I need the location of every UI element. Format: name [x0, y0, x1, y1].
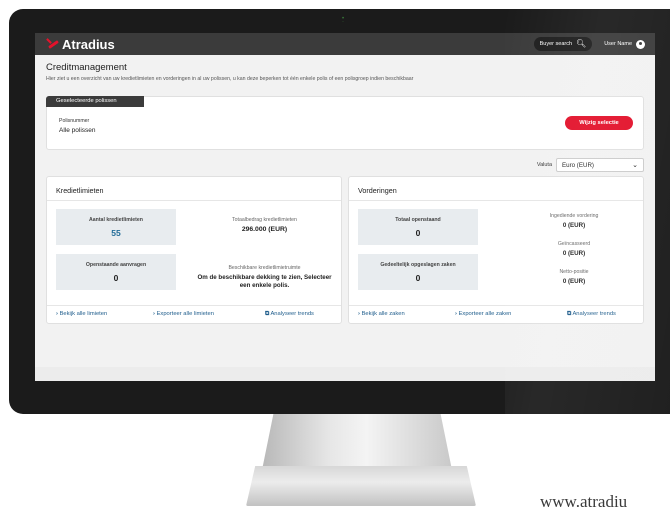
stat-label: Ingediende vordering: [549, 213, 599, 219]
export-all-limits-link[interactable]: › Exporteer alle limieten: [153, 311, 214, 317]
analyse-trends-link[interactable]: ⧉ Analyseer trends: [567, 311, 616, 318]
stat-label: Netto-positie: [559, 269, 589, 275]
tile-label: Openstaande aanvragen: [85, 262, 147, 268]
currency-select[interactable]: Euro (EUR) ⌄: [556, 158, 644, 172]
link-label: Analyseer trends: [270, 311, 314, 317]
buyer-search-button[interactable]: Buyer search 🔍︎: [533, 37, 593, 51]
search-icon: 🔍︎: [576, 39, 587, 48]
brand-name: Atradius: [62, 36, 115, 52]
chevron-right-icon: ›: [455, 311, 457, 317]
user-icon: [636, 39, 645, 49]
policy-number-value: Alle polissen: [59, 127, 96, 134]
summary-cards: Kredietlimieten Aantal kredietlimieten 5…: [46, 176, 644, 324]
monitor-stand-base: [246, 466, 476, 506]
currency-selected: Euro (EUR): [562, 161, 594, 169]
selected-policies-panel: Geselecteerde polissen Polisnummer Alle …: [46, 96, 644, 150]
user-name: User Name: [604, 41, 632, 47]
brand-logo[interactable]: Atradius: [45, 37, 115, 52]
claims-links: › Bekijk alle zaken › Exporteer alle zak…: [349, 305, 643, 323]
chevron-right-icon: ›: [56, 311, 58, 317]
stat-label: Geïncasseerd: [557, 241, 591, 247]
policy-number-label: Polisnummer: [59, 118, 90, 124]
buyer-search-label: Buyer search: [539, 41, 573, 47]
selected-policies-tab: Geselecteerde polissen: [46, 96, 144, 107]
tile-value: 0: [113, 273, 119, 283]
link-label: Exporteer alle zaken: [458, 311, 512, 317]
stat-value: 0 (EUR): [562, 278, 586, 285]
stat-label: Beschikbare kredietlimietruimte: [228, 265, 301, 271]
external-link-icon: ⧉: [567, 311, 572, 317]
credit-limits-count-tile: Aantal kredietlimieten 55: [56, 209, 176, 245]
net-position-stat: Netto-positie 0 (EUR): [519, 269, 629, 286]
chevron-down-icon: ⌄: [632, 161, 638, 169]
stat-value: 296.000 (EUR): [241, 226, 288, 233]
available-limit-stat: Beschikbare kredietlimietruimte Om de be…: [192, 265, 337, 289]
link-label: Exporteer alle limieten: [156, 311, 214, 317]
change-selection-button[interactable]: Wijzig selectie: [565, 116, 633, 130]
submitted-claim-stat: Ingediende vordering 0 (EUR): [519, 213, 629, 230]
atradius-logo-icon: [45, 37, 59, 51]
view-all-claims-link[interactable]: › Bekijk alle zaken: [358, 311, 405, 317]
main-content: Creditmanagement Hier ziet u een overzic…: [35, 55, 655, 324]
link-label: Analyseer trends: [572, 311, 616, 317]
partially-saved-tile: Gedeeltelijk opgeslagen zaken 0: [358, 254, 478, 290]
collected-stat: Geïncasseerd 0 (EUR): [519, 241, 629, 258]
tile-value: 0: [415, 273, 421, 283]
view-all-limits-link[interactable]: › Bekijk alle limieten: [56, 311, 107, 317]
currency-label: Valuta: [536, 162, 552, 168]
credit-limits-links: › Bekijk alle limieten › Exporteer alle …: [47, 305, 341, 323]
tile-label: Gedeeltelijk opgeslagen zaken: [380, 262, 456, 268]
link-label: Bekijk alle limieten: [59, 311, 108, 317]
user-menu[interactable]: User Name: [604, 39, 645, 49]
total-outstanding-tile: Totaal openstaand 0: [358, 209, 478, 245]
app-header: Atradius Buyer search 🔍︎ User Name: [35, 33, 655, 55]
tile-label: Totaal openstaand: [395, 217, 441, 223]
tile-value: 0: [415, 228, 421, 238]
stat-value: 0 (EUR): [562, 250, 586, 257]
page-title: Creditmanagement: [46, 62, 127, 73]
export-all-claims-link[interactable]: › Exporteer alle zaken: [455, 311, 511, 317]
currency-row: Valuta Euro (EUR) ⌄: [46, 158, 644, 172]
credit-limits-card: Kredietlimieten Aantal kredietlimieten 5…: [46, 176, 342, 324]
link-label: Bekijk alle zaken: [361, 311, 405, 317]
chevron-right-icon: ›: [153, 311, 155, 317]
tile-label: Aantal kredietlimieten: [89, 217, 143, 223]
website-watermark: www.atradiu: [540, 492, 628, 508]
analyse-trends-link[interactable]: ⧉ Analyseer trends: [265, 311, 314, 318]
claims-title: Vorderingen: [349, 177, 643, 201]
page-description: Hier ziet u een overzicht van uw krediet…: [46, 76, 414, 82]
total-limits-stat: Totaalbedrag kredietlimieten 296.000 (EU…: [197, 217, 332, 233]
tile-value[interactable]: 55: [56, 228, 176, 238]
camera-icon: • ·: [342, 16, 345, 25]
claims-card: Vorderingen Totaal openstaand 0 Gedeelte…: [348, 176, 644, 324]
stat-label: Totaalbedrag kredietlimieten: [232, 217, 297, 223]
pending-requests-tile: Openstaande aanvragen 0: [56, 254, 176, 290]
app-screen: Atradius Buyer search 🔍︎ User Name Credi…: [35, 33, 655, 381]
external-link-icon: ⧉: [265, 311, 270, 317]
stat-value: Om de beschikbare dekking te zien, Selec…: [197, 274, 332, 289]
monitor-stage: • · Atradius Buyer search 🔍︎ User Name C…: [0, 0, 670, 508]
chevron-right-icon: ›: [358, 311, 360, 317]
stat-value: 0 (EUR): [562, 222, 586, 229]
credit-limits-title: Kredietlimieten: [47, 177, 341, 201]
monitor-stand-neck: [262, 414, 452, 470]
app-footer: [35, 367, 655, 381]
